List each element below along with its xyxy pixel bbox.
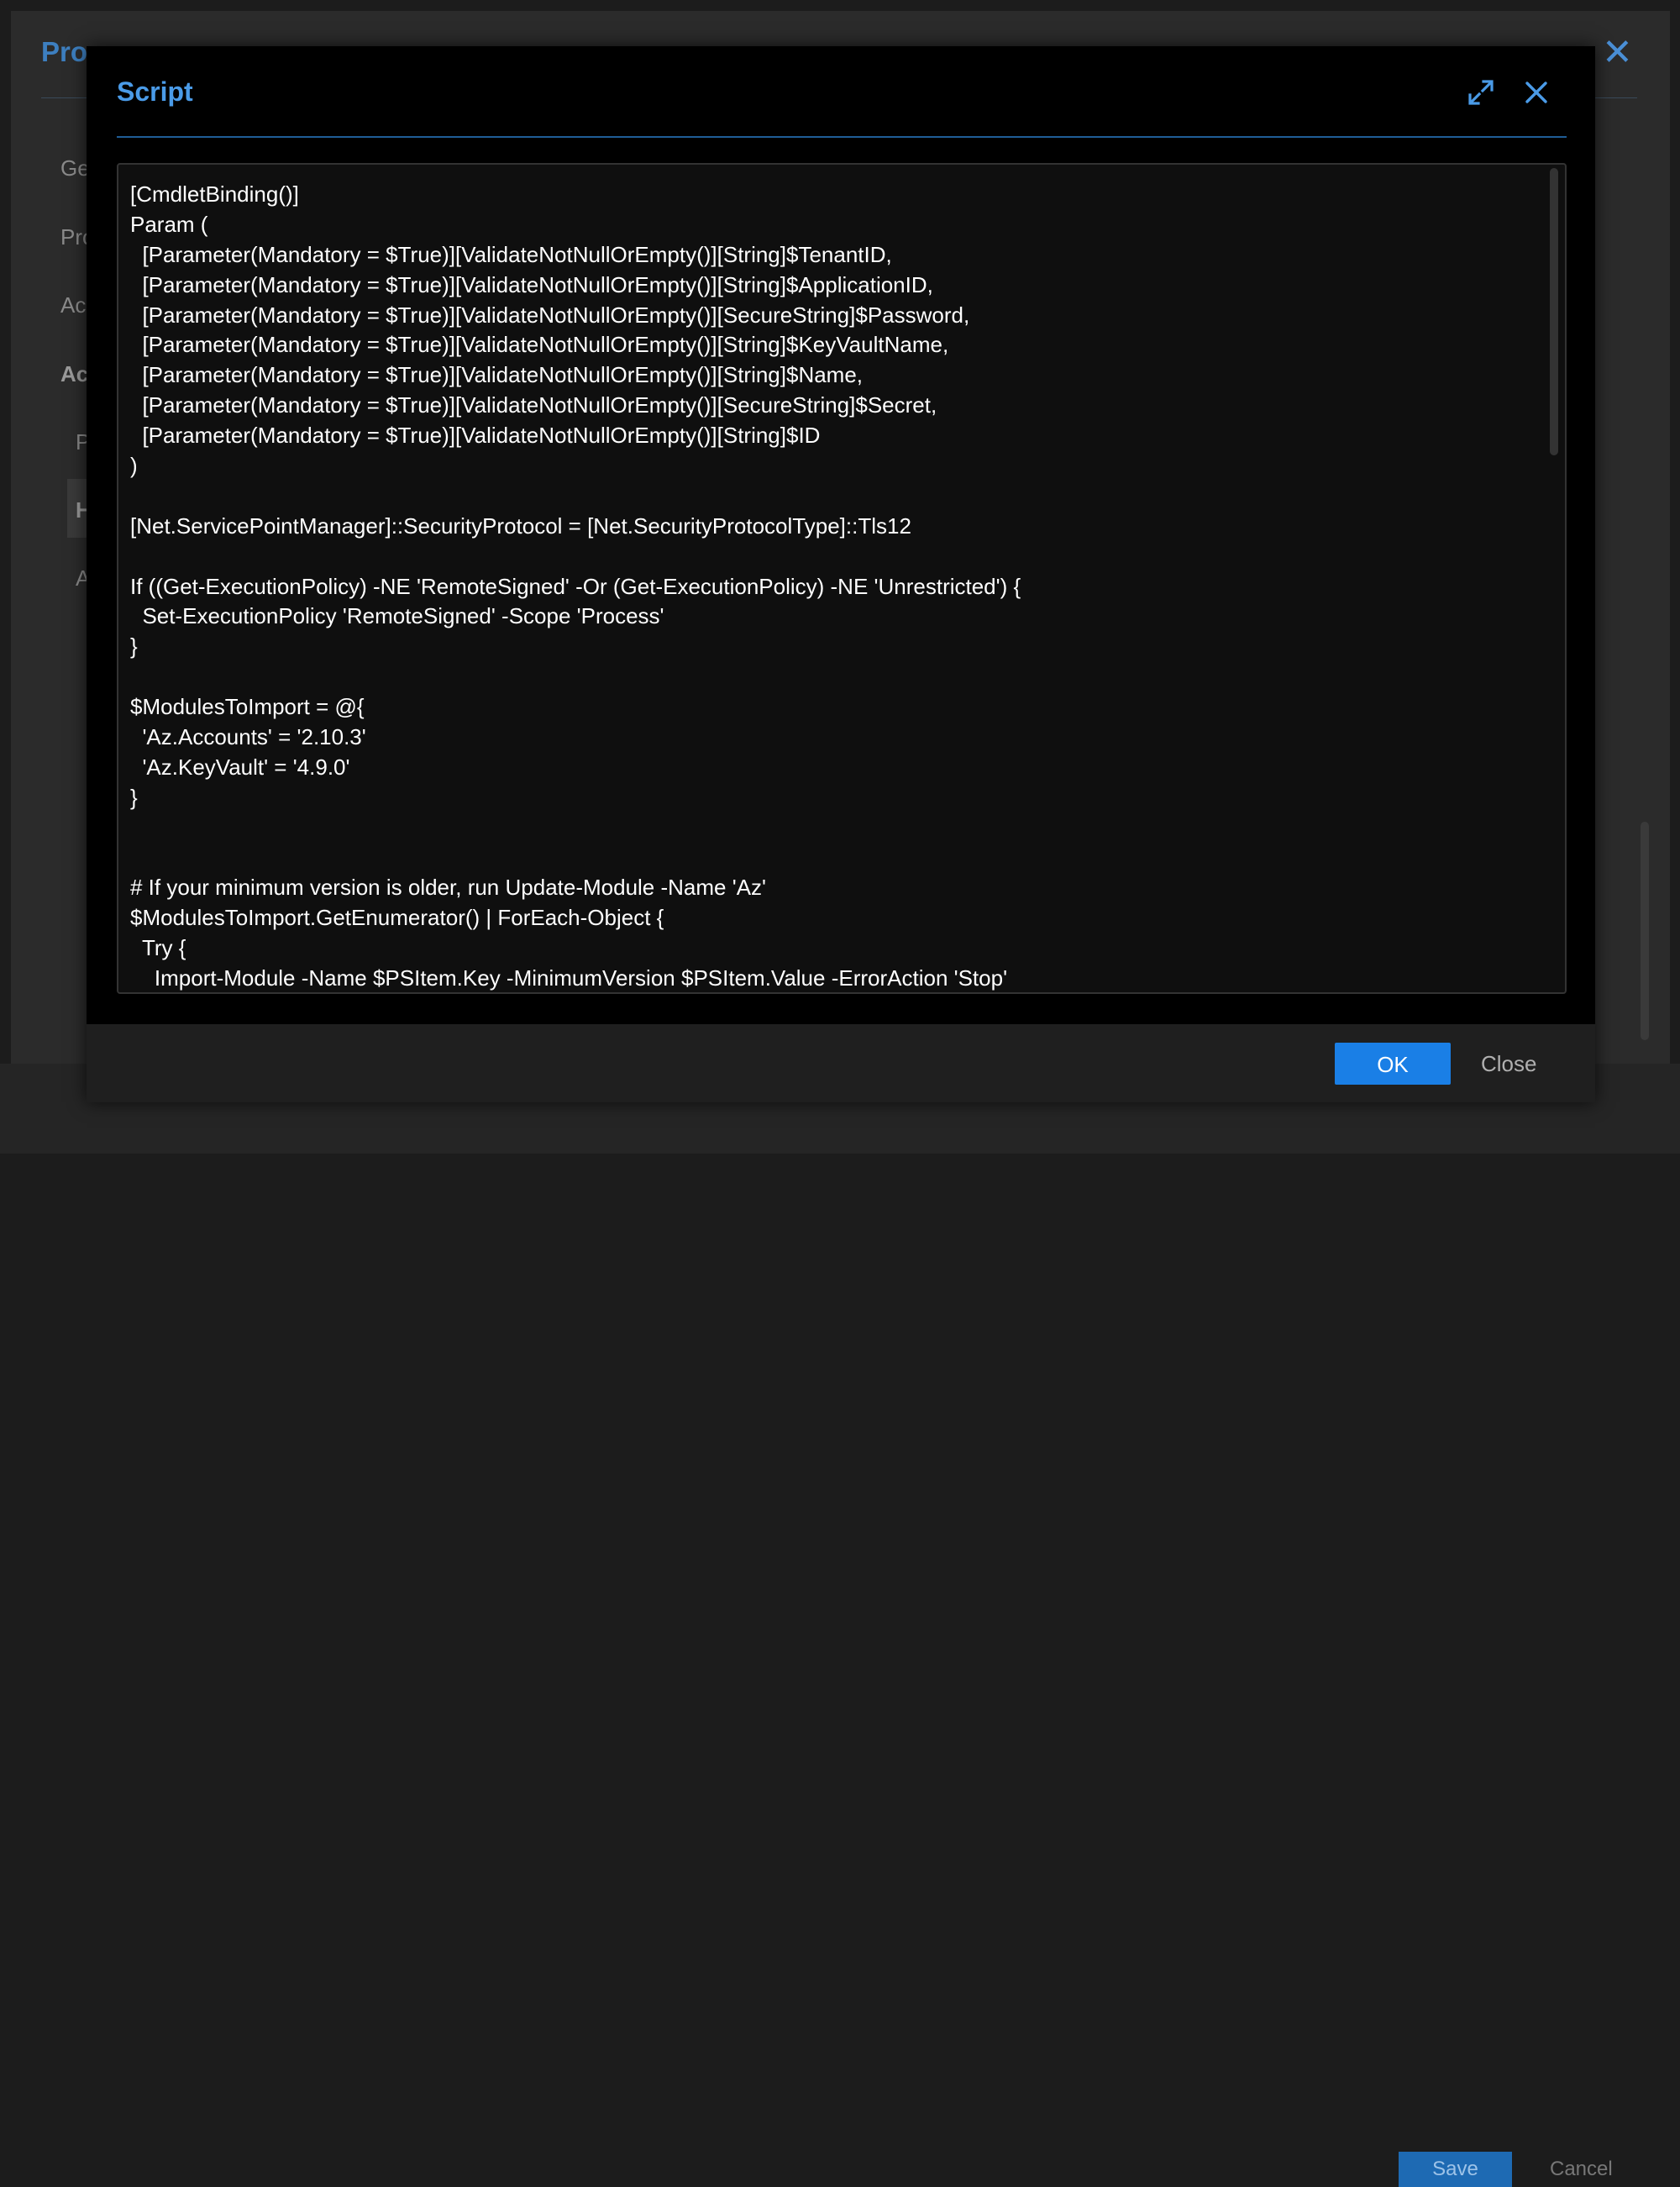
code-line: 'Az.Accounts' = '2.10.3' — [130, 724, 366, 750]
editor-scrollbar[interactable] — [1550, 168, 1558, 455]
background-cancel-button: Cancel — [1550, 2158, 1613, 2180]
code-line: [Net.ServicePointManager]::SecurityProto… — [130, 513, 911, 539]
script-editor[interactable]: [CmdletBinding()] Param ( [Parameter(Mand… — [117, 163, 1567, 994]
code-line: Param ( — [130, 211, 208, 237]
code-line: $ModulesToImport.GetEnumerator() | ForEa… — [130, 905, 664, 931]
code-line: [Parameter(Mandatory = $True)][ValidateN… — [130, 302, 970, 328]
script-modal: Script [CmdletBinding()] Param ( [Paramet… — [87, 46, 1595, 1102]
close-button[interactable]: Close — [1481, 1043, 1536, 1085]
modal-title: Script — [117, 76, 193, 107]
code-line: [Parameter(Mandatory = $True)][ValidateN… — [130, 423, 821, 449]
background-nav-item: Ac — [60, 292, 87, 318]
expand-arrows-icon — [1468, 80, 1494, 105]
code-line: 'Az.KeyVault' = '4.9.0' — [130, 754, 350, 780]
code-line: } — [130, 784, 138, 810]
code-line: } — [130, 633, 138, 660]
code-line: [CmdletBinding()] — [130, 181, 299, 207]
background-nav-item: Ge — [60, 155, 90, 181]
background-save-button: Save — [1399, 2152, 1512, 2187]
code-line: Import-Module -Name $PSItem.Key -Minimum… — [130, 965, 1008, 991]
modal-footer: OK Close — [87, 1024, 1595, 1102]
code-line: Try { — [130, 935, 186, 961]
code-line: ) — [130, 453, 138, 479]
modal-title-divider — [117, 136, 1567, 138]
close-icon[interactable] — [1518, 74, 1555, 111]
expand-icon[interactable] — [1462, 74, 1499, 111]
background-scrollbar — [1641, 822, 1649, 1040]
background-dialog-title: Pro — [41, 36, 88, 67]
close-x-icon — [1525, 81, 1547, 103]
code-line: If ((Get-ExecutionPolicy) -NE 'RemoteSig… — [130, 573, 1021, 599]
script-code[interactable]: [CmdletBinding()] Param ( [Parameter(Mand… — [130, 180, 1540, 992]
code-line: [Parameter(Mandatory = $True)][ValidateN… — [130, 271, 933, 297]
background-close-icon: ✕ — [1602, 32, 1633, 73]
code-line: [Parameter(Mandatory = $True)][ValidateN… — [130, 241, 892, 267]
code-line: # If your minimum version is older, run … — [130, 875, 766, 901]
code-line: Set-ExecutionPolicy 'RemoteSigned' -Scop… — [130, 603, 664, 629]
code-line: $ModulesToImport = @{ — [130, 694, 365, 720]
background-nav-item: Ac — [60, 361, 89, 386]
code-line: [Parameter(Mandatory = $True)][ValidateN… — [130, 332, 949, 358]
ok-button[interactable]: OK — [1335, 1043, 1451, 1085]
code-line: [Parameter(Mandatory = $True)][ValidateN… — [130, 392, 937, 418]
code-line: [Parameter(Mandatory = $True)][ValidateN… — [130, 362, 864, 388]
